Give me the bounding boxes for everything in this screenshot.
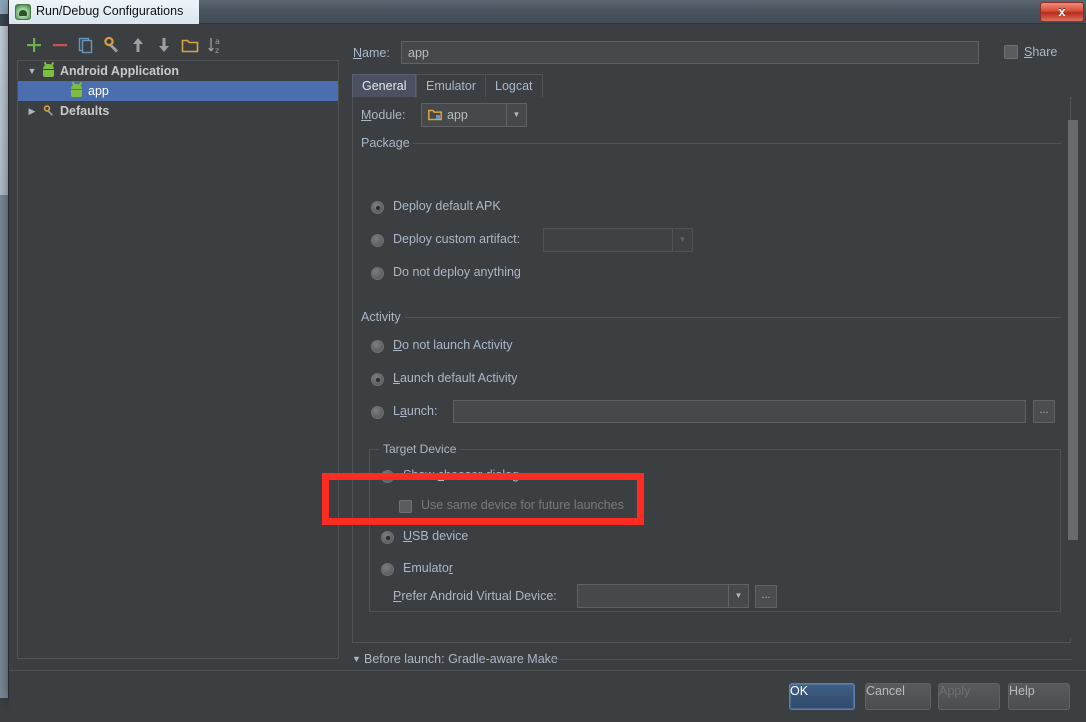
android-studio-icon bbox=[15, 4, 31, 20]
edit-defaults-button[interactable] bbox=[101, 34, 123, 56]
configurations-toolbar: a z bbox=[17, 32, 337, 58]
move-down-button[interactable] bbox=[153, 34, 175, 56]
before-launch-section[interactable]: ▼ Before launch: Gradle-aware Make bbox=[352, 652, 1079, 668]
radio-deploy-custom-artifact[interactable] bbox=[371, 234, 384, 247]
dialog-title: Run/Debug Configurations bbox=[36, 4, 183, 18]
chevron-down-icon[interactable]: ▼ bbox=[506, 104, 526, 126]
tree-node-label: Android Application bbox=[60, 61, 179, 81]
before-launch-label: Before launch: Gradle-aware Make bbox=[364, 652, 558, 666]
module-combo[interactable]: app ▼ bbox=[421, 103, 527, 127]
remove-configuration-button[interactable] bbox=[49, 34, 71, 56]
tree-node-android-application[interactable]: ▼ Android Application bbox=[18, 61, 338, 81]
android-icon bbox=[42, 64, 56, 78]
cancel-button[interactable]: Cancel bbox=[865, 683, 931, 710]
label-do-not-launch-activity: Do not launch Activity bbox=[393, 338, 513, 352]
dialog-titlebar[interactable]: Run/Debug Configurations x bbox=[9, 0, 1086, 24]
copy-configuration-button[interactable] bbox=[75, 34, 97, 56]
label-deploy-default-apk: Deploy default APK bbox=[393, 199, 501, 213]
radio-do-not-deploy-anything[interactable] bbox=[371, 267, 384, 280]
activity-section-rule bbox=[405, 317, 1061, 318]
label-emulator: Emulator bbox=[403, 561, 453, 575]
module-combo-value: app bbox=[447, 108, 468, 122]
label-deploy-custom-artifact: Deploy custom artifact: bbox=[393, 232, 520, 246]
share-checkbox[interactable] bbox=[1004, 45, 1018, 59]
share-label[interactable]: Share bbox=[1024, 45, 1057, 59]
help-button[interactable]: Help bbox=[1008, 683, 1070, 710]
dialog-content: a z ▼ Android Application app bbox=[9, 24, 1086, 698]
radio-do-not-launch-activity[interactable] bbox=[371, 340, 384, 353]
create-folder-button[interactable] bbox=[179, 34, 201, 56]
configuration-editor-pane: Name: Share General Emulator Logcat Modu… bbox=[345, 28, 1079, 648]
ok-button[interactable]: OK bbox=[789, 683, 855, 710]
sort-configurations-button[interactable]: a z bbox=[205, 34, 227, 56]
prefer-avd-browse-button[interactable]: ... bbox=[755, 585, 777, 608]
name-input[interactable] bbox=[401, 41, 979, 64]
module-folder-icon bbox=[428, 109, 442, 121]
general-tab-panel: Module: app ▼ Package Deploy default AP bbox=[352, 97, 1071, 643]
android-icon bbox=[70, 84, 84, 98]
label-prefer-avd: Prefer Android Virtual Device: bbox=[393, 589, 557, 603]
tree-node-label: Defaults bbox=[60, 101, 109, 121]
dialog-button-bar: OK Cancel Apply Help bbox=[9, 670, 1086, 722]
expand-collapse-icon[interactable]: ▼ bbox=[26, 61, 38, 81]
tree-node-defaults[interactable]: ▶ Defaults bbox=[18, 101, 338, 121]
expand-collapse-icon[interactable]: ▼ bbox=[352, 654, 361, 664]
label-launch: Launch: bbox=[393, 404, 438, 418]
prefer-avd-combo[interactable]: ▼ bbox=[577, 584, 749, 608]
tree-node-app[interactable]: app bbox=[18, 81, 338, 101]
configurations-tree[interactable]: ▼ Android Application app ▶ bbox=[17, 60, 339, 659]
label-usb-device: USB device bbox=[403, 529, 468, 543]
tab-general[interactable]: General bbox=[352, 74, 416, 97]
target-device-group-title: Target Device bbox=[379, 442, 460, 456]
module-label: Module: bbox=[361, 108, 405, 122]
package-section-title: Package bbox=[361, 136, 410, 150]
use-same-device-checkbox[interactable] bbox=[399, 500, 412, 513]
radio-emulator[interactable] bbox=[381, 563, 394, 576]
add-configuration-button[interactable] bbox=[23, 34, 45, 56]
label-use-same-device: Use same device for future launches bbox=[421, 498, 624, 512]
radio-launch-default-activity[interactable] bbox=[371, 373, 384, 386]
custom-artifact-combo: ▼ bbox=[543, 228, 693, 252]
label-show-chooser-dialog: Show chooser dialog bbox=[403, 468, 519, 482]
radio-show-chooser-dialog[interactable] bbox=[381, 470, 394, 483]
radio-deploy-default-apk[interactable] bbox=[371, 201, 384, 214]
tab-emulator[interactable]: Emulator bbox=[416, 74, 486, 97]
package-section-rule bbox=[413, 143, 1061, 144]
svg-text:z: z bbox=[215, 46, 219, 55]
launch-activity-input[interactable] bbox=[453, 400, 1026, 423]
tree-node-label: app bbox=[88, 81, 109, 101]
chevron-down-icon: ▼ bbox=[672, 229, 692, 251]
run-debug-configurations-dialog: Run/Debug Configurations x bbox=[8, 0, 1086, 698]
chevron-down-icon[interactable]: ▼ bbox=[728, 585, 748, 607]
radio-usb-device[interactable] bbox=[381, 531, 394, 544]
before-launch-rule bbox=[552, 659, 1072, 660]
label-do-not-deploy-anything: Do not deploy anything bbox=[393, 265, 521, 279]
expand-collapse-icon[interactable]: ▶ bbox=[26, 101, 38, 121]
move-up-button[interactable] bbox=[127, 34, 149, 56]
close-icon[interactable]: x bbox=[1040, 2, 1084, 22]
tab-logcat[interactable]: Logcat bbox=[485, 74, 543, 97]
svg-text:a: a bbox=[215, 37, 220, 46]
name-label: Name: bbox=[353, 46, 390, 60]
launch-browse-button[interactable]: ... bbox=[1033, 400, 1055, 423]
apply-button: Apply bbox=[938, 683, 1000, 710]
activity-section-title: Activity bbox=[361, 310, 401, 324]
editor-scrollbar-thumb[interactable] bbox=[1068, 120, 1078, 540]
wrench-icon bbox=[42, 104, 56, 118]
label-launch-default-activity: Launch default Activity bbox=[393, 371, 517, 385]
radio-launch-specific-activity[interactable] bbox=[371, 406, 384, 419]
configuration-tabs: General Emulator Logcat bbox=[352, 74, 1072, 98]
